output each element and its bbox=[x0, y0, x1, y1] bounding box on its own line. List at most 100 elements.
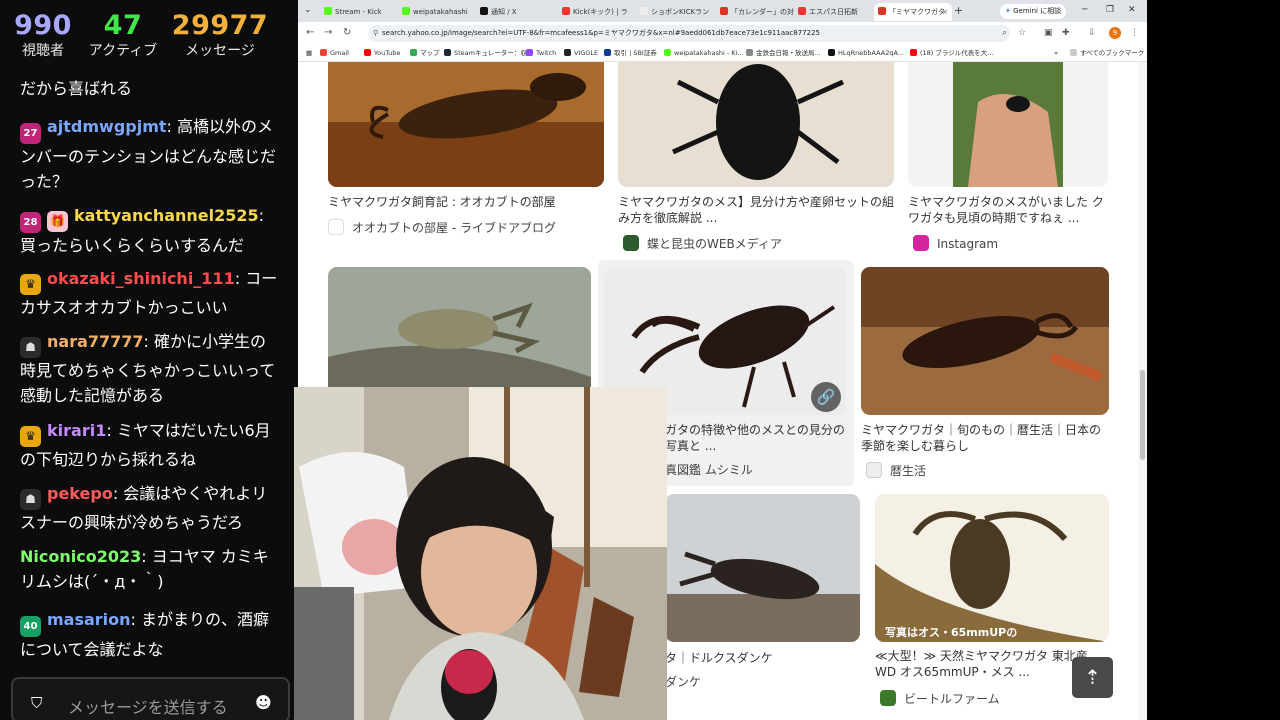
result-caption[interactable]: タ｜ドルクスダンケ bbox=[665, 650, 860, 666]
bookmarks-overflow-icon[interactable]: » bbox=[1054, 47, 1058, 59]
arrow-up-icon[interactable]: ⇡ bbox=[1072, 657, 1113, 698]
bookmark-label: 金鉄会日報・放送局... bbox=[756, 49, 821, 57]
result-caption[interactable]: ガタの特徴や他のメスとの見分の写真と ... bbox=[665, 422, 845, 454]
bookmark-weipatakahashi[interactable]: weipatakahashi - Ki... bbox=[664, 47, 744, 59]
bookmark-steam[interactable]: Steamキュレーター：収... bbox=[444, 47, 533, 59]
og-badge-icon: ☗ bbox=[20, 337, 41, 358]
chat-message: ☗ pekepo: 会議はやくやれよリスナーの興味が冷めちゃうだろ bbox=[20, 484, 268, 532]
address-bar[interactable]: ⚲ search.yahoo.co.jp/image/search?ei=UTF… bbox=[368, 25, 1010, 42]
result-image[interactable] bbox=[665, 494, 860, 642]
message-count: 29977 メッセージ bbox=[170, 10, 270, 60]
bookmark-viggle[interactable]: VIGGLE bbox=[564, 47, 598, 59]
bookmark-sbi[interactable]: 取引 | SBI証券 bbox=[604, 47, 657, 59]
bookmark-nippo[interactable]: 金鉄会日報・放送局... bbox=[746, 47, 821, 59]
zoom-icon[interactable]: ⌕ bbox=[1002, 27, 1007, 39]
kick-favicon-icon bbox=[402, 7, 410, 15]
bookmark-label: Twitch bbox=[536, 49, 557, 57]
apps-icon[interactable]: ▦ bbox=[306, 47, 312, 59]
tab-x-notifications[interactable]: 通知 / X bbox=[476, 3, 556, 21]
maximize-icon[interactable]: ❐ bbox=[1106, 4, 1114, 16]
all-bookmarks[interactable]: すべてのブックマーク bbox=[1070, 47, 1144, 59]
result-source[interactable]: 暦生活 bbox=[866, 462, 926, 479]
twitch-icon bbox=[526, 49, 533, 56]
download-icon[interactable]: ⇩ bbox=[1088, 27, 1096, 39]
chat-username[interactable]: masarion bbox=[47, 610, 131, 629]
bookmark-star-icon[interactable]: ☆ bbox=[1018, 27, 1026, 39]
chat-username[interactable]: pekepo bbox=[47, 484, 113, 503]
profile-avatar[interactable]: 9 bbox=[1109, 27, 1121, 39]
extension-icon[interactable]: ▣ bbox=[1044, 27, 1053, 39]
close-window-icon[interactable]: ✕ bbox=[1128, 4, 1136, 16]
result-caption[interactable]: ミヤマクワガタのメスがいました クワガタも見頃の時期ですねぇ ... bbox=[908, 194, 1108, 226]
subscriber-badge: 40 bbox=[20, 616, 41, 637]
tab-miyama-search[interactable]: 「ミヤマクワガタ × bbox=[874, 3, 952, 21]
active-count-label: アクティブ bbox=[88, 43, 158, 59]
chat-message: 27 ajtdmwgpjmt: 高橋以外のメンバーのテンションはどんな感じだった？ bbox=[20, 117, 277, 191]
scrollbar-thumb[interactable] bbox=[1140, 370, 1145, 460]
chat-username[interactable]: okazaki_shinichi_111 bbox=[47, 269, 235, 288]
result-source[interactable]: 真図鑑 ムシミル bbox=[665, 462, 753, 478]
tab-shobon[interactable]: ショボンKICKラン bbox=[636, 3, 714, 21]
result-image[interactable] bbox=[618, 62, 894, 187]
tab-espace[interactable]: エスパス日拓新 bbox=[794, 3, 872, 21]
chat-username[interactable]: nara77777 bbox=[47, 332, 144, 351]
bookmark-youtube[interactable]: YouTube bbox=[364, 47, 400, 59]
bookmark-youtube-brazil[interactable]: (18) ブラジル代表を大... bbox=[910, 47, 993, 59]
back-icon[interactable]: ← bbox=[306, 26, 314, 40]
reload-icon[interactable]: ↻ bbox=[343, 26, 351, 40]
result-image[interactable]: 写真はオス・65mmUPの bbox=[875, 494, 1109, 642]
result-source[interactable]: オオカブトの部屋 - ライブドアブログ bbox=[328, 219, 556, 236]
chat-username[interactable]: kirari1 bbox=[47, 421, 106, 440]
subscriber-badge: 28 bbox=[20, 212, 41, 233]
result-image[interactable] bbox=[908, 62, 1108, 187]
result-image[interactable] bbox=[861, 267, 1109, 415]
tab-kick-stream[interactable]: Stream - Kick bbox=[320, 3, 398, 21]
result-caption[interactable]: ミヤマクワガタ飼育記 : オオカブトの部屋 bbox=[328, 194, 604, 210]
gemini-button[interactable]: ✦ Gemini に相談 bbox=[1000, 4, 1066, 19]
tab-label: Kick(キック) | ラ bbox=[573, 8, 628, 16]
result-source[interactable]: ビートルファーム bbox=[880, 690, 1000, 707]
result-source[interactable]: ダンケ bbox=[665, 674, 701, 690]
beetle-on-hand-image bbox=[908, 62, 1108, 187]
tab-favicon-icon bbox=[798, 7, 806, 15]
chat-input[interactable]: ⛉ メッセージを送信する ☻ bbox=[11, 677, 290, 720]
result-caption[interactable]: ミヤマクワガタ｜旬のもの｜暦生活｜日本の季節を楽しむ暮らし bbox=[861, 422, 1109, 454]
bookmark-maps[interactable]: マップ bbox=[410, 47, 440, 59]
source-favicon-icon bbox=[880, 690, 896, 706]
tab-label: エスパス日拓新 bbox=[809, 8, 858, 16]
site-info-icon[interactable]: ⚲ bbox=[373, 25, 378, 42]
chat-message: だから喜ばれる bbox=[20, 76, 282, 101]
chat-message: ♛ kirari1: ミヤマはだいたい6月の下旬辺りから採れるね bbox=[20, 421, 271, 469]
result-source[interactable]: Instagram bbox=[913, 235, 998, 252]
result-image[interactable] bbox=[328, 62, 604, 187]
menu-icon[interactable]: ⋮ bbox=[1130, 27, 1139, 39]
link-icon[interactable]: 🔗 bbox=[811, 382, 841, 412]
shield-icon[interactable]: ⛉ bbox=[31, 694, 42, 712]
crown-badge-icon: ♛ bbox=[20, 426, 41, 447]
chat-username[interactable]: kattyanchannel2525 bbox=[74, 206, 259, 225]
extensions-puzzle-icon[interactable]: ✚ bbox=[1062, 27, 1070, 39]
result-source[interactable]: 蝶と昆虫のWEBメディア bbox=[623, 235, 782, 252]
wild-miyama-beetle-image bbox=[875, 494, 1109, 642]
og-badge-icon: ☗ bbox=[20, 489, 41, 510]
close-tab-icon[interactable]: × bbox=[942, 3, 948, 21]
tab-weipatakahashi[interactable]: weipatakahashi bbox=[398, 3, 476, 21]
bookmark-x-post[interactable]: HLqRnebbAAA2qA... bbox=[828, 47, 904, 59]
chat-username[interactable]: ajtdmwgpjmt bbox=[47, 117, 167, 136]
chat-username[interactable]: Niconico2023 bbox=[20, 547, 141, 566]
tab-calendar[interactable]: 「カレンダー」の対 bbox=[716, 3, 794, 21]
streamer-webcam-image bbox=[294, 387, 667, 720]
tab-search-icon[interactable]: ⌄ bbox=[304, 4, 312, 16]
bookmark-twitch[interactable]: Twitch bbox=[526, 47, 556, 59]
tab-kick-ranking[interactable]: Kick(キック) | ラ bbox=[558, 3, 636, 21]
youtube-icon bbox=[910, 49, 917, 56]
image-overlay-caption: 写真はオス・65mmUPの bbox=[885, 626, 1018, 639]
forward-icon[interactable]: → bbox=[324, 26, 332, 40]
minimize-icon[interactable]: ─ bbox=[1082, 4, 1087, 16]
viggle-icon bbox=[564, 49, 571, 56]
new-tab-button[interactable]: + bbox=[954, 3, 963, 19]
result-caption[interactable]: ミヤマクワガタのメス】見分け方や産卵セットの組み方を徹底解説 ... bbox=[618, 194, 894, 226]
emoji-icon[interactable]: ☻ bbox=[255, 693, 272, 712]
bookmark-gmail[interactable]: Gmail bbox=[320, 47, 349, 59]
chat-message: Niconico2023: ヨコヤマ カミキリムシは(´・д・｀) bbox=[20, 547, 269, 591]
